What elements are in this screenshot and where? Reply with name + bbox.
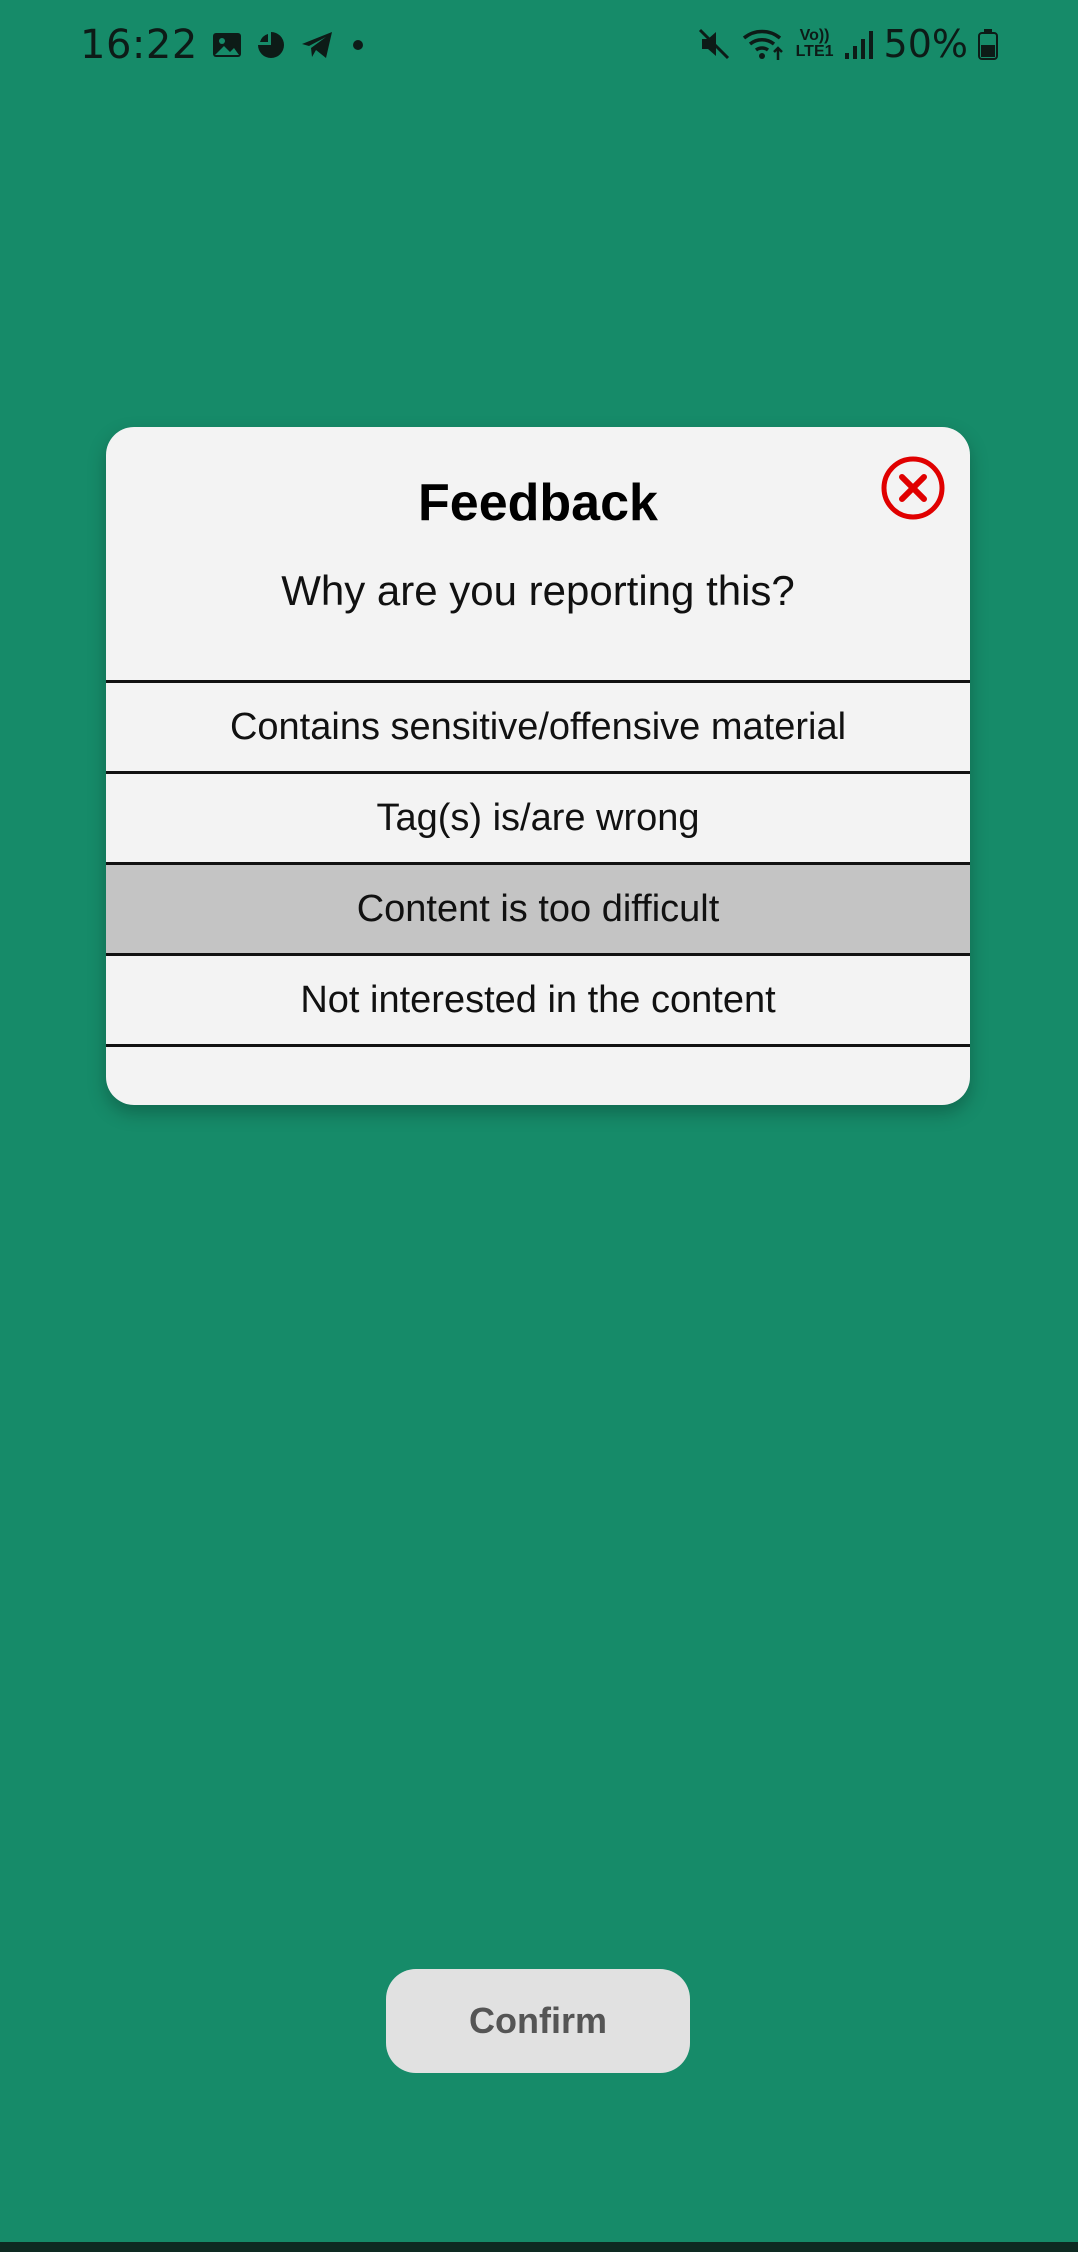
status-left: 16:22: [80, 22, 368, 68]
status-time: 16:22: [80, 22, 198, 68]
signal-icon: [844, 27, 874, 61]
option-label: Content is too difficult: [356, 887, 720, 930]
status-bar: 16:22 Vo)) LTE1 50%: [0, 0, 1078, 92]
option-label: Tag(s) is/are wrong: [376, 796, 700, 839]
option-not-interested[interactable]: Not interested in the content: [106, 953, 970, 1047]
telegram-icon: [300, 30, 334, 60]
option-too-difficult[interactable]: Content is too difficult: [106, 862, 970, 953]
close-circle-icon: [881, 456, 945, 520]
wifi-icon: [742, 26, 786, 62]
status-right: Vo)) LTE1 50%: [696, 22, 998, 66]
volte-bottom: LTE1: [795, 43, 834, 60]
option-label: Contains sensitive/offensive material: [229, 705, 847, 748]
mute-icon: [696, 26, 732, 62]
volte-top: Vo)): [799, 27, 830, 44]
volte-icon: Vo)) LTE1: [796, 28, 834, 60]
option-sensitive[interactable]: Contains sensitive/offensive material: [106, 680, 970, 771]
battery-icon: [978, 28, 998, 60]
close-button[interactable]: [880, 455, 946, 521]
dialog-title: Feedback: [418, 474, 658, 532]
dialog-subtitle: Why are you reporting this?: [281, 567, 795, 614]
battery-percent: 50%: [883, 22, 968, 66]
bottom-edge: [0, 2242, 1078, 2252]
reason-options: Contains sensitive/offensive material Ta…: [106, 680, 970, 1047]
option-wrong-tags[interactable]: Tag(s) is/are wrong: [106, 771, 970, 862]
option-label: Not interested in the content: [300, 978, 776, 1021]
confirm-label: Confirm: [469, 2000, 607, 2041]
feedback-dialog: Feedback Why are you reporting this? Con…: [106, 427, 970, 1105]
image-icon: [212, 30, 242, 60]
dot-icon: [348, 30, 368, 60]
confirm-button[interactable]: Confirm: [386, 1969, 690, 2073]
app-icon: [256, 30, 286, 60]
